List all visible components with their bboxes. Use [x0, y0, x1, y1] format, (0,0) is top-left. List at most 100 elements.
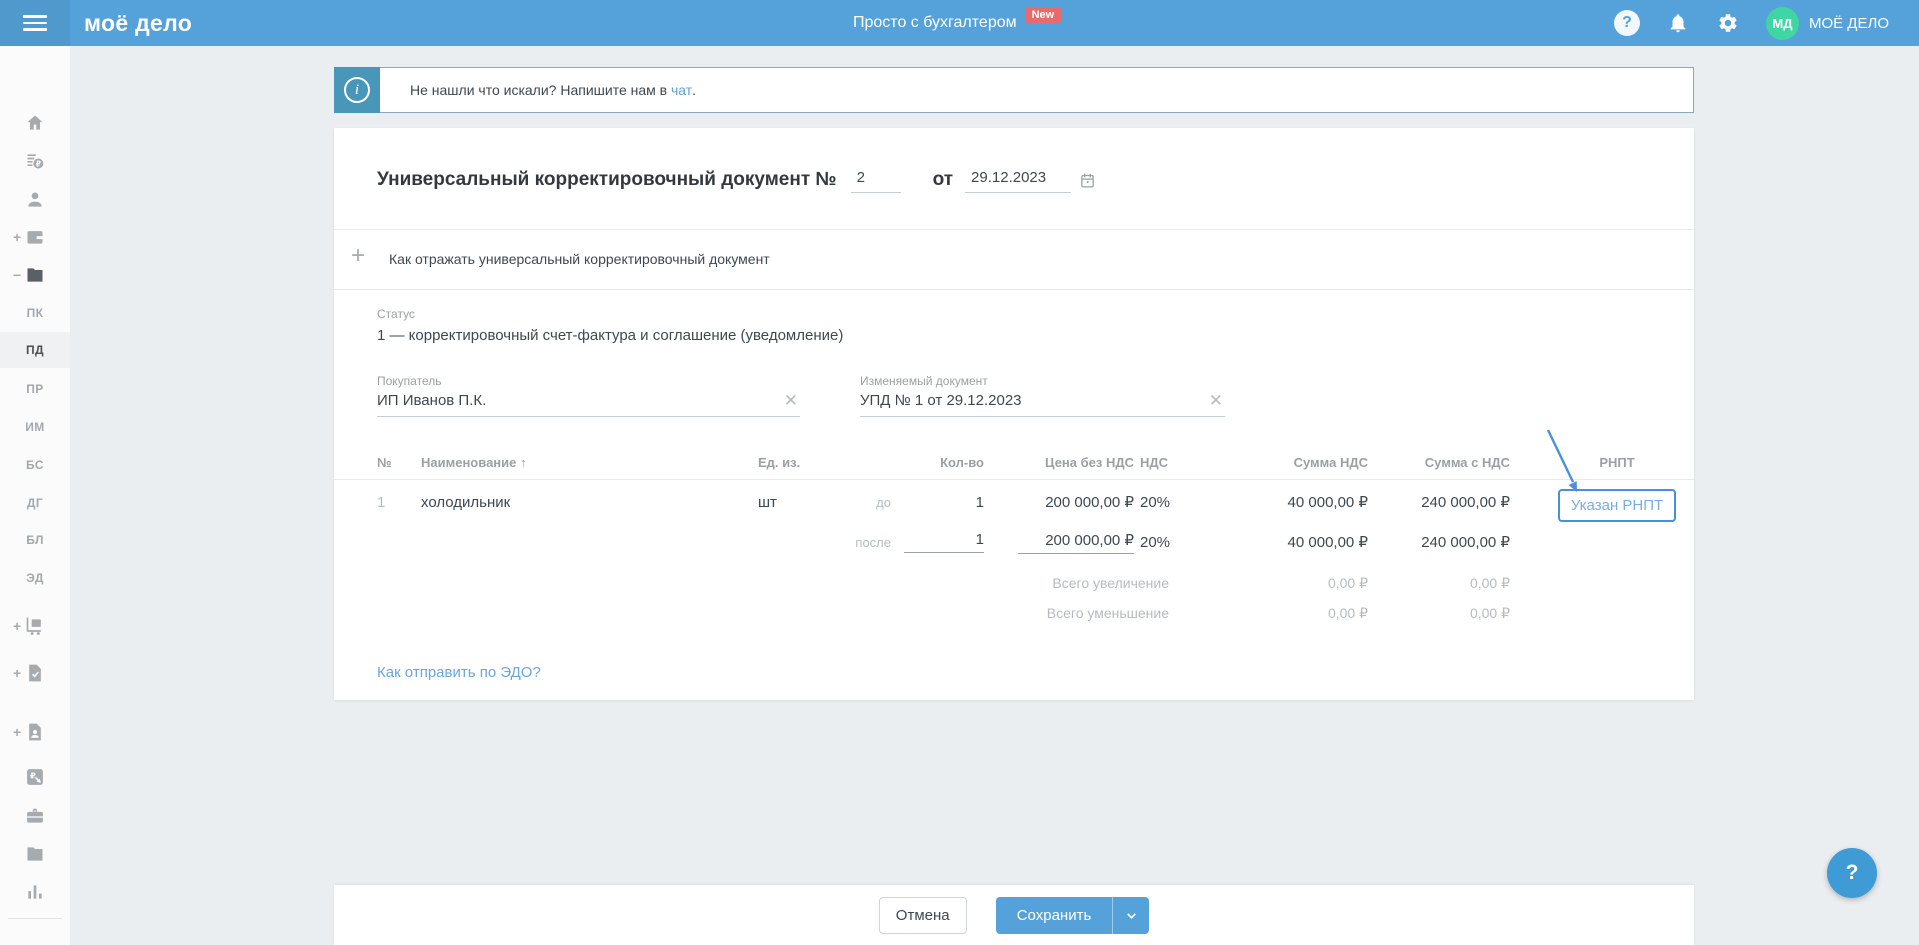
item-name: холодильник [421, 493, 511, 511]
total-decrease-vat-sum: 0,00 ₽ [1327, 604, 1368, 621]
expand-plus-icon: + [13, 724, 22, 740]
sidebar-item-acts[interactable]: + [0, 655, 70, 691]
chat-link[interactable]: чат [671, 82, 692, 98]
edo-help-link[interactable]: Как отправить по ЭДО? [377, 664, 541, 681]
page-title: Универсальный корректировочный документ … [377, 169, 837, 190]
sidebar-item-warehouse[interactable]: + [0, 608, 70, 644]
buyer-field: Покупатель ИП Иванов П.К. ✕ [377, 374, 800, 417]
col-header-unit: Ед. из. [758, 455, 801, 470]
promo-banner[interactable]: Просто с бухгалтером New [853, 0, 1062, 46]
app-logo[interactable]: моё дело [84, 0, 192, 46]
source-document-label: Изменяемый документ [860, 374, 988, 388]
sidebar-item-bs[interactable]: БС [0, 447, 70, 483]
source-document-input[interactable]: УПД № 1 от 29.12.2023 [860, 392, 1022, 409]
how-to-reflect-toggle[interactable]: + Как отражать универсальный корректиров… [334, 240, 1694, 278]
gear-icon[interactable] [1716, 11, 1740, 35]
support-fab[interactable]: ? [1827, 848, 1877, 898]
status-value: 1 — корректировочный счет-фактура и согл… [377, 327, 844, 344]
col-header-qty: Кол-во [940, 455, 984, 470]
buyer-input[interactable]: ИП Иванов П.К. [377, 392, 486, 409]
person-icon [28, 192, 42, 207]
wallet-icon [27, 231, 43, 244]
svg-text:₽: ₽ [30, 771, 36, 781]
save-dropdown-button[interactable] [1112, 896, 1150, 934]
from-label: от [932, 169, 954, 190]
save-button[interactable]: Сохранить [995, 896, 1113, 934]
after-price-input[interactable]: 200 000,00 ₽ [1018, 531, 1134, 554]
sidebar-item-business[interactable] [0, 798, 70, 834]
info-icon: i [334, 67, 380, 113]
sidebar-item-pd[interactable]: ПД [0, 332, 70, 368]
sidebar-item-payments[interactable]: ₽ [0, 759, 70, 795]
document-number-input[interactable]: 2 [850, 167, 901, 193]
divider [334, 289, 1694, 290]
col-header-name[interactable]: Наименование ↑ [421, 455, 758, 470]
sidebar-divider [8, 918, 62, 919]
status-label: Статус [377, 307, 415, 321]
account-menu[interactable]: МД МОЁ ДЕЛО [1765, 6, 1889, 40]
calendar-icon[interactable] [1079, 172, 1096, 189]
totals-row-increase: Всего увеличение 0,00 ₽ 0,00 ₽ [334, 568, 1694, 598]
sidebar-item-hr[interactable]: + [0, 714, 70, 750]
document-person-icon [29, 723, 41, 741]
col-header-vat: НДС [1140, 455, 1169, 470]
sidebar-item-files[interactable] [0, 836, 70, 872]
before-vat-sum: 40 000,00 ₽ [1287, 494, 1368, 511]
sidebar-item-analytics[interactable] [0, 874, 70, 910]
info-banner: i Не нашли что искали? Напишите нам в ча… [334, 67, 1694, 113]
clear-icon[interactable]: ✕ [782, 392, 800, 409]
bell-icon[interactable] [1666, 11, 1690, 35]
rnpt-button[interactable]: Указан РНПТ [1557, 488, 1677, 522]
clear-icon[interactable]: ✕ [1207, 392, 1225, 409]
sidebar: ₽ + − ПК ПД ПР ИМ БС ДГ БЛ ЭД + + + ₽ [0, 46, 70, 945]
hamburger-menu-icon[interactable] [0, 0, 70, 46]
chart-bars-icon [28, 885, 42, 899]
ruble-cursor-icon: ₽ [27, 769, 43, 785]
before-total: 240 000,00 ₽ [1421, 494, 1510, 511]
items-table: № Наименование ↑ Ед. из. Кол-во Цена без… [334, 446, 1694, 628]
sidebar-item-dg[interactable]: ДГ [0, 485, 70, 521]
svg-text:₽: ₽ [36, 159, 41, 168]
table-header-row: № Наименование ↑ Ед. из. Кол-во Цена без… [334, 446, 1694, 480]
sidebar-item-ed[interactable]: ЭД [0, 560, 70, 596]
total-increase-total: 0,00 ₽ [1469, 574, 1510, 591]
sidebar-item-pr[interactable]: ПР [0, 371, 70, 407]
sidebar-item-pk[interactable]: ПК [0, 295, 70, 331]
before-price: 200 000,00 ₽ [1045, 494, 1134, 511]
document-date-input[interactable]: 29.12.2023 [965, 167, 1072, 193]
table-row-after: после 1 200 000,00 ₽ 20% 40 000,00 ₽ 240… [334, 524, 1694, 560]
after-total: 240 000,00 ₽ [1421, 534, 1510, 551]
topbar: моё дело Просто с бухгалтером New ? МД М… [0, 0, 1919, 46]
account-name: МОЁ ДЕЛО [1808, 14, 1889, 32]
sidebar-item-mobile-app[interactable] [0, 938, 70, 945]
buyer-label: Покупатель [377, 374, 442, 388]
sidebar-item-home[interactable] [0, 105, 70, 141]
footer-action-bar: Отмена Сохранить [334, 885, 1694, 945]
sidebar-item-money[interactable]: ₽ [0, 143, 70, 179]
item-unit: шт [758, 493, 777, 511]
col-header-vat-sum: Сумма НДС [1293, 455, 1368, 470]
promo-text: Просто с бухгалтером [853, 14, 1017, 31]
row-number: 1 [377, 493, 386, 511]
total-decrease-total: 0,00 ₽ [1469, 604, 1510, 621]
avatar: МД [1765, 6, 1799, 40]
sidebar-item-wallet[interactable]: + [0, 219, 70, 255]
chevron-down-icon [1126, 912, 1136, 919]
before-label: до [876, 494, 891, 510]
before-qty: 1 [975, 493, 984, 511]
after-qty-input[interactable]: 1 [904, 531, 984, 553]
sort-ascending-icon: ↑ [520, 455, 527, 470]
expand-plus-icon: + [351, 242, 366, 269]
expand-plus-icon: + [13, 665, 22, 681]
help-icon[interactable]: ? [1613, 10, 1640, 36]
sidebar-item-bl[interactable]: БЛ [0, 522, 70, 558]
banner-text: Не нашли что искали? Напишите нам в [410, 82, 671, 98]
sidebar-item-contractors[interactable] [0, 182, 70, 218]
after-vat[interactable]: 20% [1134, 534, 1174, 551]
sidebar-item-documents[interactable]: − [0, 257, 70, 293]
total-increase-label: Всего увеличение [1052, 575, 1169, 591]
cancel-button[interactable]: Отмена [878, 896, 967, 934]
total-increase-vat-sum: 0,00 ₽ [1327, 574, 1368, 591]
folder-icon [27, 847, 43, 861]
sidebar-item-im[interactable]: ИМ [0, 409, 70, 445]
